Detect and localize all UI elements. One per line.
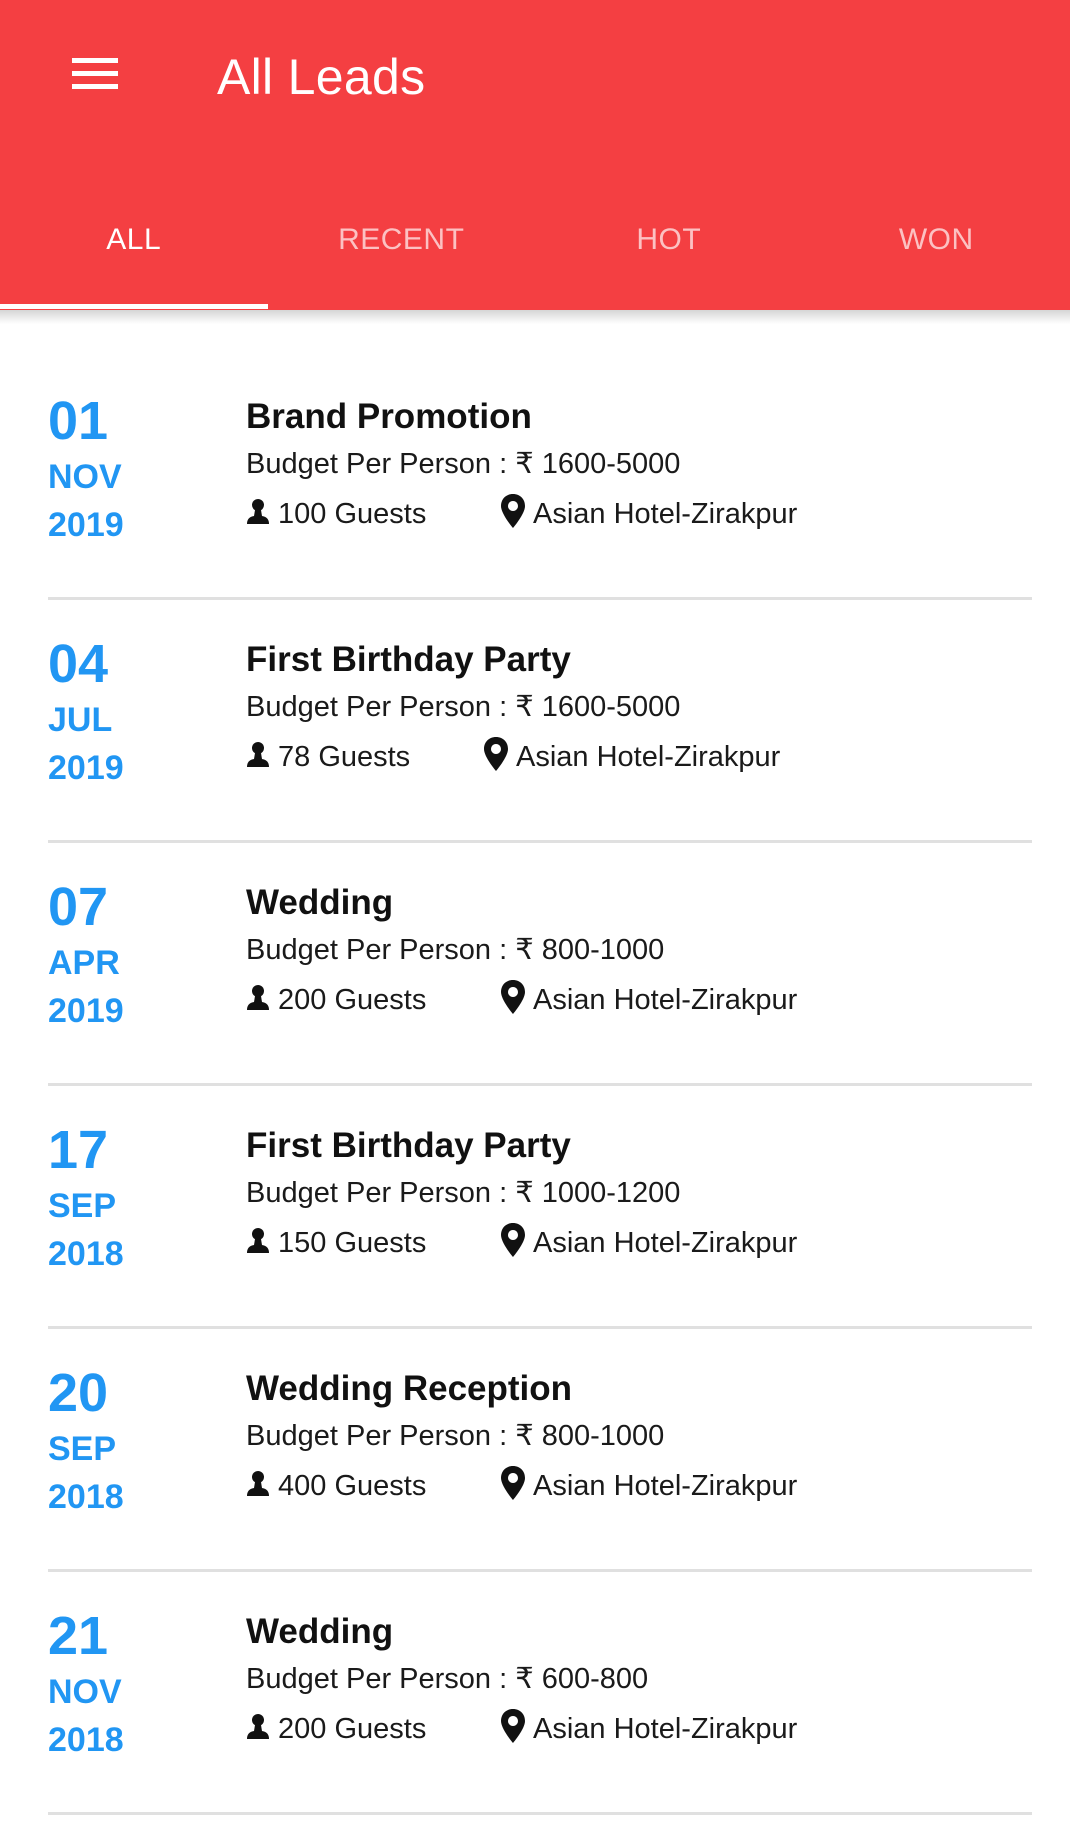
- lead-event-name: Wedding: [246, 883, 394, 922]
- lead-guests: 100 Guests: [246, 494, 501, 534]
- location-pin-icon: [501, 1709, 525, 1743]
- person-icon: [247, 742, 269, 767]
- lead-year: 2018: [48, 1235, 124, 1273]
- leads-list: 01 NOV 2019 Brand Promotion Budget Per P…: [0, 357, 1070, 1815]
- lead-day: 07: [48, 877, 109, 937]
- lead-event-name: Brand Promotion: [246, 397, 532, 436]
- lead-guests: 150 Guests: [246, 1223, 501, 1263]
- lead-item[interactable]: 20 SEP 2018 Wedding Reception Budget Per…: [0, 1329, 1070, 1572]
- lead-year: 2019: [48, 992, 124, 1030]
- lead-venue: Asian Hotel-Zirakpur: [501, 1466, 797, 1506]
- lead-budget: Budget Per Person : ₹ 1000-1200: [246, 1177, 681, 1209]
- tab-won[interactable]: WON: [803, 190, 1070, 310]
- location-pin-icon: [501, 1223, 525, 1257]
- lead-event-name: First Birthday Party: [246, 640, 571, 679]
- lead-month: JUL: [48, 701, 113, 739]
- location-pin-icon: [501, 1466, 525, 1500]
- lead-day: 20: [48, 1363, 109, 1423]
- person-icon: [247, 499, 269, 524]
- lead-venue: Asian Hotel-Zirakpur: [501, 1709, 797, 1749]
- lead-date: 01 NOV 2019: [48, 393, 124, 545]
- lead-date: 21 NOV 2018: [48, 1608, 124, 1760]
- person-icon: [247, 1714, 269, 1739]
- lead-venue: Asian Hotel-Zirakpur: [501, 1223, 797, 1263]
- lead-budget: Budget Per Person : ₹ 1600-5000: [246, 691, 681, 723]
- location-pin-icon: [501, 980, 525, 1014]
- lead-venue: Asian Hotel-Zirakpur: [501, 494, 797, 534]
- lead-item[interactable]: 21 NOV 2018 Wedding Budget Per Person : …: [0, 1572, 1070, 1815]
- lead-item[interactable]: 07 APR 2019 Wedding Budget Per Person : …: [0, 843, 1070, 1086]
- lead-info: Brand Promotion Budget Per Person : ₹ 16…: [246, 395, 797, 534]
- lead-guests: 78 Guests: [246, 737, 484, 777]
- lead-info: Wedding Budget Per Person : ₹ 600-800 20…: [246, 1610, 797, 1749]
- lead-guests: 200 Guests: [246, 980, 501, 1020]
- lead-event-name: Wedding: [246, 1612, 394, 1651]
- lead-venue: Asian Hotel-Zirakpur: [484, 737, 780, 777]
- tab-bar: ALL RECENT HOT WON: [0, 190, 1070, 310]
- lead-info: First Birthday Party Budget Per Person :…: [246, 638, 780, 777]
- lead-day: 17: [48, 1120, 109, 1180]
- lead-day: 01: [48, 391, 109, 451]
- lead-year: 2018: [48, 1478, 124, 1516]
- lead-info: Wedding Budget Per Person : ₹ 800-1000 2…: [246, 881, 797, 1020]
- menu-button[interactable]: [60, 52, 130, 108]
- lead-info: Wedding Reception Budget Per Person : ₹ …: [246, 1367, 797, 1506]
- lead-date: 04 JUL 2019: [48, 636, 124, 788]
- lead-day: 04: [48, 634, 109, 694]
- lead-event-name: Wedding Reception: [246, 1369, 573, 1408]
- tab-all[interactable]: ALL: [0, 190, 268, 310]
- location-pin-icon: [501, 494, 525, 528]
- lead-venue: Asian Hotel-Zirakpur: [501, 980, 797, 1020]
- lead-month: SEP: [48, 1187, 117, 1225]
- lead-budget: Budget Per Person : ₹ 800-1000: [246, 1420, 665, 1452]
- lead-info: First Birthday Party Budget Per Person :…: [246, 1124, 797, 1263]
- lead-month: NOV: [48, 1673, 122, 1711]
- lead-guests: 400 Guests: [246, 1466, 501, 1506]
- person-icon: [247, 1228, 269, 1253]
- lead-date: 20 SEP 2018: [48, 1365, 124, 1517]
- tab-recent[interactable]: RECENT: [268, 190, 536, 310]
- lead-item[interactable]: 01 NOV 2019 Brand Promotion Budget Per P…: [0, 357, 1070, 600]
- lead-year: 2019: [48, 506, 124, 544]
- lead-budget: Budget Per Person : ₹ 800-1000: [246, 934, 665, 966]
- lead-year: 2018: [48, 1721, 124, 1759]
- lead-day: 21: [48, 1606, 109, 1666]
- lead-guests: 200 Guests: [246, 1709, 501, 1749]
- location-pin-icon: [484, 737, 508, 771]
- lead-month: SEP: [48, 1430, 117, 1468]
- lead-budget: Budget Per Person : ₹ 1600-5000: [246, 448, 681, 480]
- lead-item[interactable]: 17 SEP 2018 First Birthday Party Budget …: [0, 1086, 1070, 1329]
- divider: [48, 1812, 1032, 1815]
- page-title: All Leads: [217, 49, 426, 105]
- lead-month: NOV: [48, 458, 122, 496]
- lead-date: 17 SEP 2018: [48, 1122, 124, 1274]
- app-bar: All Leads ALL RECENT HOT WON: [0, 0, 1070, 310]
- tab-hot[interactable]: HOT: [535, 190, 803, 310]
- lead-event-name: First Birthday Party: [246, 1126, 571, 1165]
- app-bar-shadow: [0, 310, 1070, 324]
- lead-budget: Budget Per Person : ₹ 600-800: [246, 1663, 649, 1695]
- lead-year: 2019: [48, 749, 124, 787]
- lead-month: APR: [48, 944, 120, 982]
- person-icon: [247, 1471, 269, 1496]
- lead-item[interactable]: 04 JUL 2019 First Birthday Party Budget …: [0, 600, 1070, 843]
- lead-date: 07 APR 2019: [48, 879, 124, 1031]
- person-icon: [247, 985, 269, 1010]
